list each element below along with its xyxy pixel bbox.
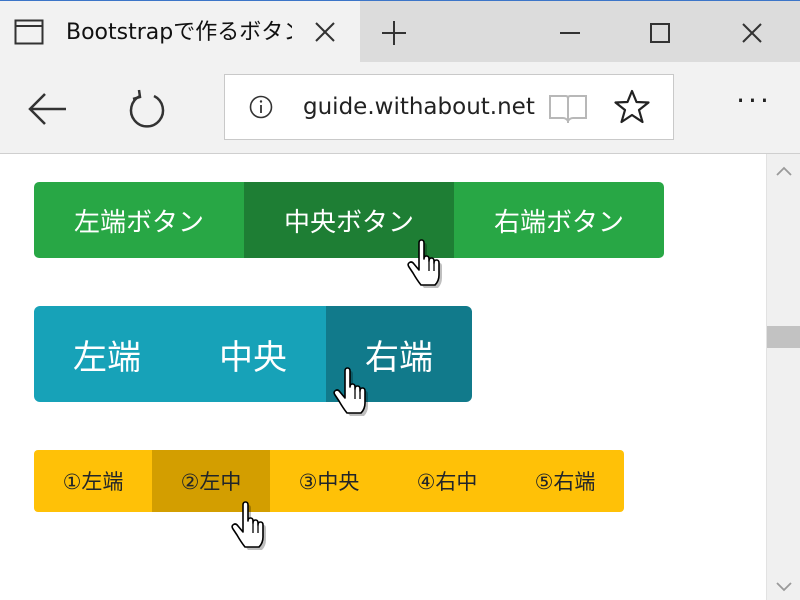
window-close-icon[interactable] bbox=[734, 15, 770, 51]
button-1-left[interactable]: ①左端 bbox=[34, 450, 152, 512]
vertical-scrollbar[interactable] bbox=[766, 154, 800, 600]
scroll-up-icon[interactable] bbox=[775, 162, 793, 176]
button-2-left-center[interactable]: ②左中 bbox=[152, 450, 270, 512]
button-group-green: 左端ボタン 中央ボタン 右端ボタン bbox=[34, 182, 664, 258]
scrollbar-thumb[interactable] bbox=[767, 326, 800, 348]
minimize-icon[interactable] bbox=[552, 15, 588, 51]
refresh-icon[interactable] bbox=[126, 88, 168, 130]
button-group-teal: 左端 中央 右端 bbox=[34, 306, 472, 402]
button-4-right-center[interactable]: ④右中 bbox=[388, 450, 506, 512]
tab-title: Bootstrapで作るボタン bbox=[66, 20, 292, 45]
title-bar: Bootstrapで作るボタン bbox=[0, 0, 800, 63]
button-5-right[interactable]: ⑤右端 bbox=[506, 450, 624, 512]
button-right[interactable]: 右端 bbox=[326, 306, 472, 402]
reading-view-icon[interactable] bbox=[547, 93, 589, 125]
page-icon bbox=[14, 19, 44, 45]
button-center[interactable]: 中央 bbox=[180, 306, 326, 402]
maximize-icon[interactable] bbox=[642, 15, 678, 51]
star-icon[interactable] bbox=[613, 89, 651, 125]
button-group-yellow: ①左端 ②左中 ③中央 ④右中 ⑤右端 bbox=[34, 450, 624, 512]
button-left[interactable]: 左端 bbox=[34, 306, 180, 402]
back-arrow-icon[interactable] bbox=[26, 90, 68, 128]
scroll-down-icon[interactable] bbox=[775, 578, 793, 592]
button-3-center[interactable]: ③中央 bbox=[270, 450, 388, 512]
close-icon[interactable] bbox=[312, 19, 338, 45]
address-bar[interactable]: guide.withabout.net bbox=[224, 74, 674, 140]
button-right[interactable]: 右端ボタン bbox=[454, 182, 664, 258]
page-viewport: 左端ボタン 中央ボタン 右端ボタン 左端 中央 右端 ①左端 ②左中 ③中央 ④… bbox=[0, 154, 766, 600]
button-center[interactable]: 中央ボタン bbox=[244, 182, 454, 258]
plus-icon[interactable] bbox=[380, 19, 408, 47]
button-left[interactable]: 左端ボタン bbox=[34, 182, 244, 258]
navigation-bar: guide.withabout.net ··· bbox=[0, 62, 800, 154]
url-text[interactable]: guide.withabout.net bbox=[303, 91, 565, 123]
browser-tab[interactable]: Bootstrapで作るボタン bbox=[0, 1, 360, 63]
info-icon[interactable] bbox=[249, 95, 273, 119]
more-button[interactable]: ··· bbox=[730, 87, 778, 120]
